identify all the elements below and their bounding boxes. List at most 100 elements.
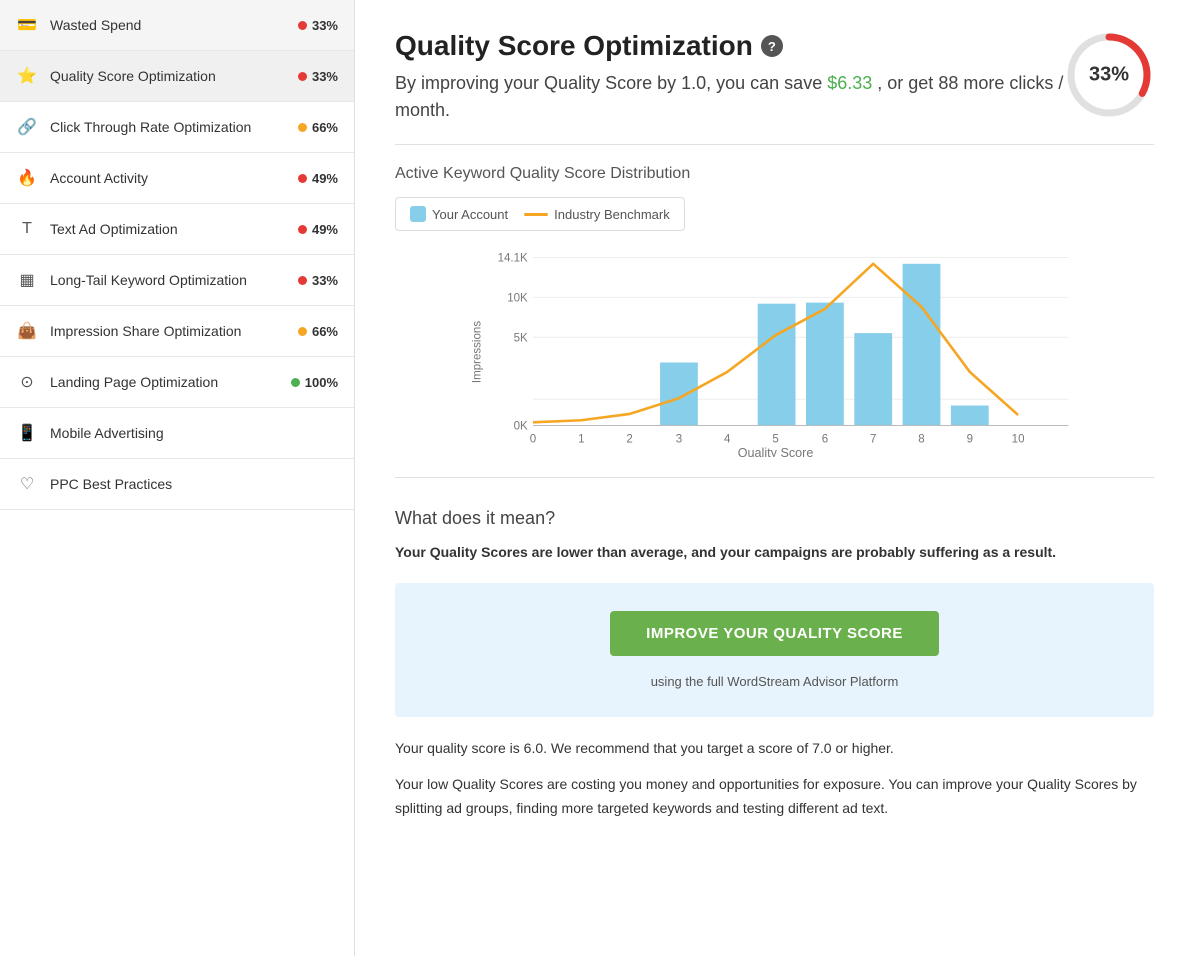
main-content: Quality Score Optimization ? By improvin… — [355, 0, 1194, 956]
ctr-label: Click Through Rate Optimization — [50, 119, 298, 135]
long-tail-dot — [298, 276, 307, 285]
sidebar-item-ppc-best-practices[interactable]: ♡ PPC Best Practices — [0, 459, 354, 510]
account-activity-badge: 49% — [298, 171, 338, 186]
legend-box-account — [410, 206, 426, 222]
ctr-pct: 66% — [312, 120, 338, 135]
title-text: Quality Score Optimization — [395, 30, 753, 62]
long-tail-icon: ▦ — [16, 269, 38, 291]
long-tail-label: Long-Tail Keyword Optimization — [50, 272, 298, 288]
quality-score-label: Quality Score Optimization — [50, 68, 298, 84]
divider-2 — [395, 477, 1154, 478]
sidebar-item-wasted-spend[interactable]: 💳 Wasted Spend 33% — [0, 0, 354, 51]
what-title: What does it mean? — [395, 508, 1154, 529]
cta-button[interactable]: IMPROVE YOUR QUALITY SCORE — [610, 611, 939, 656]
svg-text:5: 5 — [772, 433, 778, 445]
text-ad-badge: 49% — [298, 222, 338, 237]
svg-text:8: 8 — [918, 433, 924, 445]
info-icon[interactable]: ? — [761, 35, 783, 57]
x-axis-label: Quality Score — [738, 446, 814, 457]
impression-share-icon: 👜 — [16, 320, 38, 342]
subtitle-pre: By improving your Quality Score by 1.0, … — [395, 73, 822, 93]
text-ad-dot — [298, 225, 307, 234]
quality-score-pct: 33% — [312, 69, 338, 84]
bar-3 — [660, 363, 698, 426]
svg-text:2: 2 — [626, 433, 632, 445]
page-header: Quality Score Optimization ? By improvin… — [395, 30, 1154, 124]
wasted-spend-badge: 33% — [298, 18, 338, 33]
svg-text:0: 0 — [530, 433, 536, 445]
cta-box: IMPROVE YOUR QUALITY SCORE using the ful… — [395, 583, 1154, 717]
y-axis-label: Impressions — [472, 321, 484, 383]
legend-your-account: Your Account — [410, 206, 508, 222]
ctr-icon: 🔗 — [16, 116, 38, 138]
sidebar: 💳Wasted Spend33%⭐Quality Score Optimizat… — [0, 0, 355, 956]
subtitle: By improving your Quality Score by 1.0, … — [395, 70, 1064, 124]
impression-share-dot — [298, 327, 307, 336]
quality-score-badge: 33% — [298, 69, 338, 84]
chart-legend: Your Account Industry Benchmark — [395, 197, 685, 231]
bottom-text-1: Your quality score is 6.0. We recommend … — [395, 737, 1154, 761]
landing-page-dot — [291, 378, 300, 387]
what-description: Your Quality Scores are lower than avera… — [395, 541, 1154, 563]
svg-text:5K: 5K — [514, 333, 528, 345]
mobile-advertising-icon: 📱 — [16, 422, 38, 444]
wasted-spend-label: Wasted Spend — [50, 17, 298, 33]
bar-9 — [951, 406, 989, 426]
sidebar-item-impression-share[interactable]: 👜 Impression Share Optimization66% — [0, 306, 354, 357]
sidebar-item-quality-score[interactable]: ⭐Quality Score Optimization33% — [0, 51, 354, 102]
sidebar-item-ctr[interactable]: 🔗 Click Through Rate Optimization 66% — [0, 102, 354, 153]
landing-page-badge: 100% — [291, 375, 338, 390]
ppc-best-practices-label: PPC Best Practices — [50, 476, 338, 492]
svg-text:7: 7 — [870, 433, 876, 445]
sidebar-item-text-ad[interactable]: T Text Ad Optimization 49% — [0, 204, 354, 255]
chart-container: Impressions 14.1K 10K 5K 0K — [395, 247, 1154, 457]
ctr-dot — [298, 123, 307, 132]
bar-7 — [854, 333, 892, 425]
account-activity-label: Account Activity — [50, 170, 298, 186]
svg-text:3: 3 — [676, 433, 682, 445]
legend-line-industry — [524, 213, 548, 216]
account-activity-dot — [298, 174, 307, 183]
wasted-spend-pct: 33% — [312, 18, 338, 33]
chart-svg: Impressions 14.1K 10K 5K 0K — [395, 247, 1154, 457]
text-ad-pct: 49% — [312, 222, 338, 237]
legend-label-industry: Industry Benchmark — [554, 207, 670, 222]
legend-label-account: Your Account — [432, 207, 508, 222]
progress-label: 33% — [1089, 64, 1129, 87]
text-ad-label: Text Ad Optimization — [50, 221, 298, 237]
bottom-text-2: Your low Quality Scores are costing you … — [395, 773, 1154, 821]
page-title: Quality Score Optimization ? — [395, 30, 1064, 62]
sidebar-item-long-tail[interactable]: ▦ Long-Tail Keyword Optimization33% — [0, 255, 354, 306]
legend-industry: Industry Benchmark — [524, 207, 670, 222]
long-tail-badge: 33% — [298, 273, 338, 288]
svg-text:4: 4 — [724, 433, 731, 445]
divider-1 — [395, 144, 1154, 145]
chart-section-title: Active Keyword Quality Score Distributio… — [395, 165, 1154, 183]
text-ad-icon: T — [16, 218, 38, 240]
bar-6 — [806, 303, 844, 426]
landing-page-label: Landing Page Optimization — [50, 374, 291, 390]
wasted-spend-dot — [298, 21, 307, 30]
landing-page-icon: ⊙ — [16, 371, 38, 393]
quality-score-dot — [298, 72, 307, 81]
sidebar-item-landing-page[interactable]: ⊙ Landing Page Optimization 100% — [0, 357, 354, 408]
ppc-best-practices-icon: ♡ — [16, 473, 38, 495]
cta-sub: using the full WordStream Advisor Platfo… — [415, 674, 1134, 689]
account-activity-pct: 49% — [312, 171, 338, 186]
sidebar-item-mobile-advertising[interactable]: 📱Mobile Advertising — [0, 408, 354, 459]
svg-text:10K: 10K — [507, 293, 528, 305]
landing-page-pct: 100% — [305, 375, 338, 390]
svg-text:10: 10 — [1012, 433, 1025, 445]
subtitle-savings: $6.33 — [827, 73, 872, 93]
svg-text:1: 1 — [578, 433, 584, 445]
svg-text:9: 9 — [967, 433, 973, 445]
impression-share-label: Impression Share Optimization — [50, 323, 298, 339]
ctr-badge: 66% — [298, 120, 338, 135]
account-activity-icon: 🔥 — [16, 167, 38, 189]
impression-share-badge: 66% — [298, 324, 338, 339]
svg-text:6: 6 — [822, 433, 828, 445]
page-title-area: Quality Score Optimization ? By improvin… — [395, 30, 1064, 124]
wasted-spend-icon: 💳 — [16, 14, 38, 36]
sidebar-item-account-activity[interactable]: 🔥 Account Activity 49% — [0, 153, 354, 204]
circle-progress: 33% — [1064, 30, 1154, 120]
